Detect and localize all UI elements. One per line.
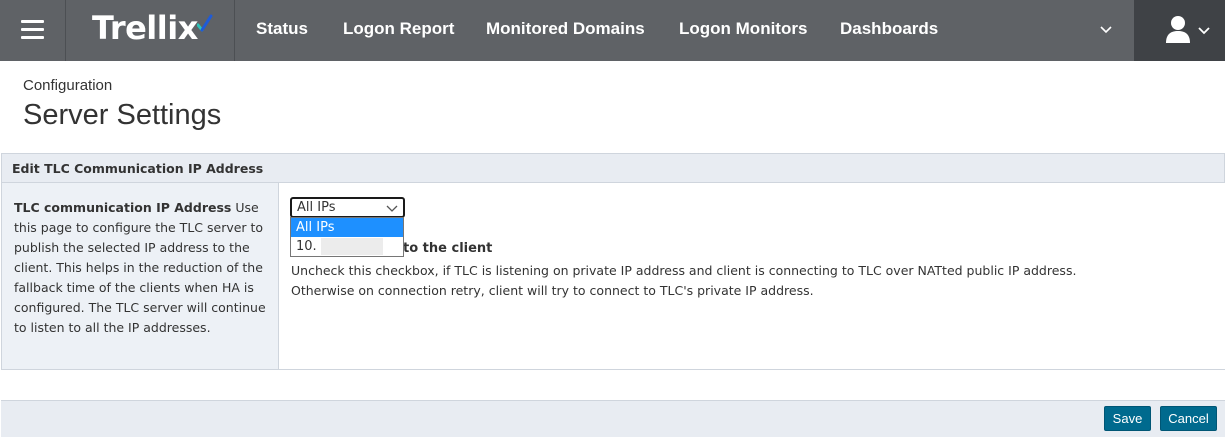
page-title: Server Settings <box>23 99 222 131</box>
panel-title: Edit TLC Communication IP Address <box>12 161 264 176</box>
nav-item-monitored-domains[interactable]: Monitored Domains <box>486 19 645 39</box>
ip-address-dropdown-list: All IPs 10. <box>290 217 404 257</box>
panel-header: Edit TLC Communication IP Address <box>1 153 1225 183</box>
menu-icon-bar <box>21 28 44 31</box>
help-title: TLC communication IP Address <box>14 200 232 215</box>
logo-text: Trellix <box>92 9 198 47</box>
logo-check-icon <box>197 14 213 32</box>
menu-icon-bar <box>21 20 44 23</box>
help-body-text: Use this page to configure the TLC serve… <box>14 200 266 335</box>
help-column: TLC communication IP Address Use this pa… <box>2 183 279 369</box>
cancel-button[interactable]: Cancel <box>1160 406 1217 431</box>
checkbox-description-line: Otherwise on connection retry, client wi… <box>291 283 814 298</box>
chevron-down-icon <box>1198 27 1210 35</box>
dropdown-option-ip[interactable]: 10. <box>291 237 403 256</box>
breadcrumb: Configuration <box>23 77 113 94</box>
ip-address-select[interactable]: All IPs <box>290 197 405 218</box>
save-button[interactable]: Save <box>1104 406 1151 431</box>
panel-footer <box>1 400 1225 437</box>
chevron-down-icon[interactable] <box>1100 24 1112 34</box>
menu-icon-bar <box>21 36 44 39</box>
select-value: All IPs <box>297 200 336 215</box>
nav-item-logon-monitors[interactable]: Logon Monitors <box>679 19 807 39</box>
nav-item-dashboards[interactable]: Dashboards <box>840 19 938 39</box>
checkbox-label[interactable]: to the client <box>403 241 492 256</box>
nav-item-logon-report[interactable]: Logon Report <box>343 19 454 39</box>
top-navigation-bar: Trellix Status Logon Report Monitored Do… <box>0 0 1225 61</box>
user-icon <box>1166 16 1190 43</box>
user-menu-button[interactable] <box>1134 0 1225 61</box>
dropdown-option-ip-text: 10. <box>296 239 317 254</box>
dropdown-option-all-ips[interactable]: All IPs <box>291 218 403 237</box>
trellix-logo[interactable]: Trellix <box>67 0 235 61</box>
hamburger-menu-button[interactable] <box>0 0 66 61</box>
nav-item-status[interactable]: Status <box>256 19 308 39</box>
help-description: TLC communication IP Address Use this pa… <box>14 198 270 338</box>
redacted-area <box>321 238 383 255</box>
chevron-down-icon <box>386 205 398 212</box>
checkbox-description-line: Uncheck this checkbox, if TLC is listeni… <box>291 263 1077 278</box>
